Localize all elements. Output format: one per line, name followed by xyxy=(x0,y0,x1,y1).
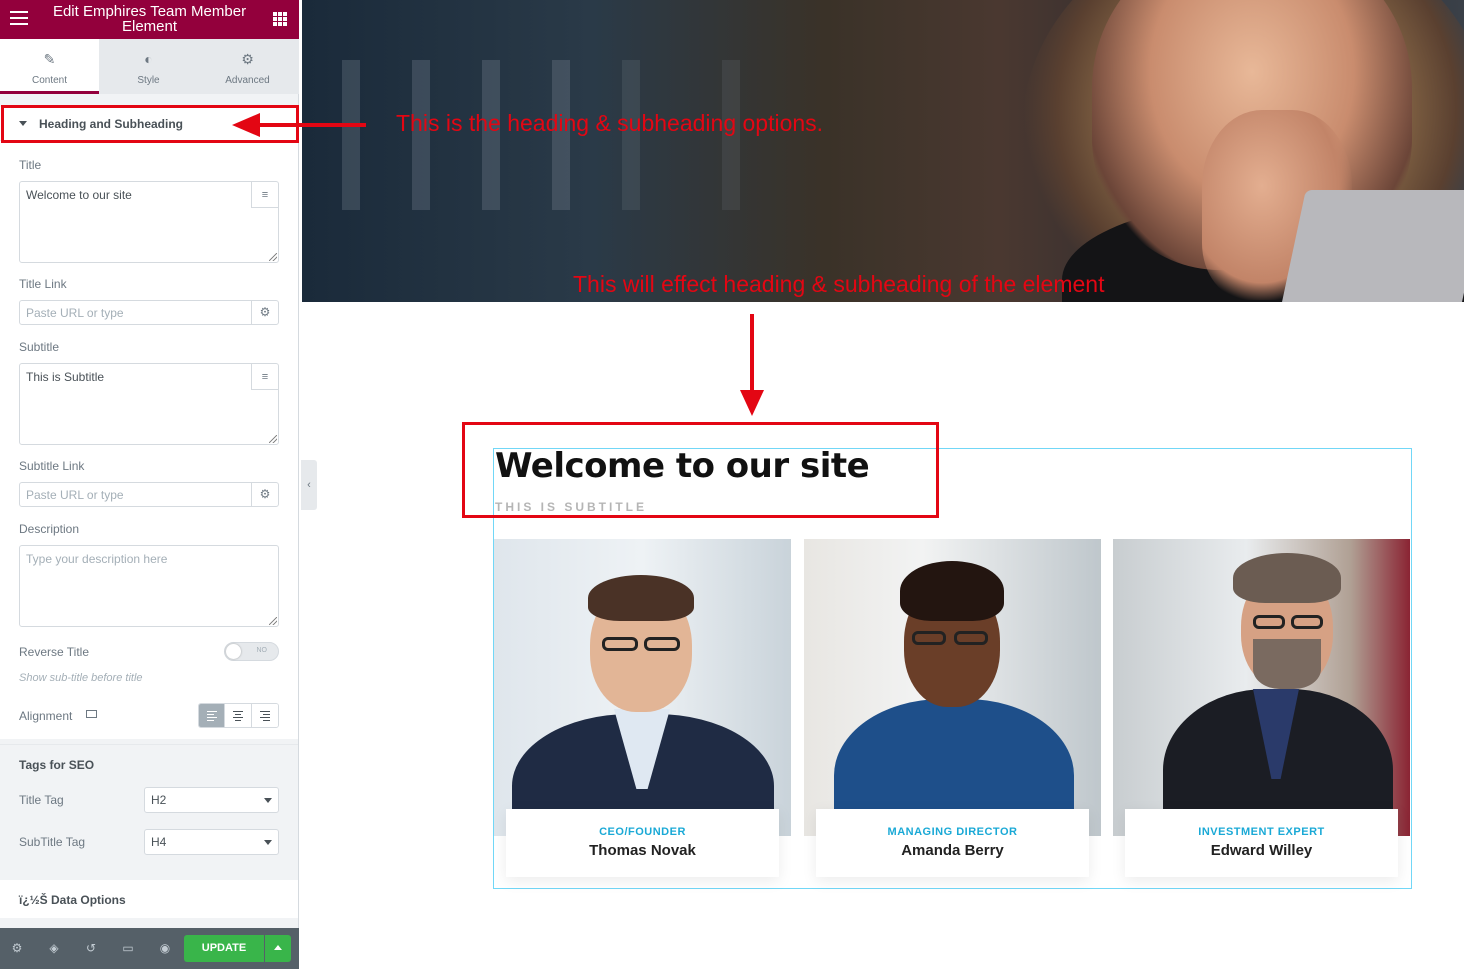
member-card: MANAGING DIRECTOR Amanda Berry xyxy=(816,809,1089,877)
subtitle-link-label: Subtitle Link xyxy=(19,459,85,473)
resize-grip[interactable] xyxy=(269,617,277,625)
reverse-title-hint: Show sub-title before title xyxy=(19,672,143,684)
title-textarea[interactable]: Welcome to our site ≡ xyxy=(19,181,279,263)
reverse-title-label: Reverse Title xyxy=(19,645,90,659)
subtitle-tag-select[interactable]: H4 xyxy=(144,829,279,855)
subtitle-tag-value: H4 xyxy=(151,835,167,849)
switch-knob xyxy=(226,644,241,659)
member-name: Amanda Berry xyxy=(901,842,1004,859)
align-center-button[interactable] xyxy=(225,704,252,727)
switch-state: NO xyxy=(256,647,268,654)
half-circle-icon: ◐ xyxy=(144,51,153,67)
highlight-box-panel xyxy=(1,105,299,143)
dynamic-tags-icon[interactable]: ≡ xyxy=(251,364,278,390)
subtitle-link-placeholder: Paste URL or type xyxy=(26,488,124,502)
data-options-title: ï¿½Š Data Options xyxy=(19,893,126,907)
title-tag-label: Title Tag xyxy=(19,793,64,807)
desktop-device-icon[interactable] xyxy=(86,710,97,718)
title-link-placeholder: Paste URL or type xyxy=(26,306,124,320)
panel-header: Edit Emphires Team Member Element xyxy=(0,0,299,39)
history-icon[interactable]: ↺ xyxy=(84,941,98,955)
layers-icon[interactable]: ◈ xyxy=(47,941,61,955)
responsive-icon[interactable]: ▭ xyxy=(121,941,135,955)
tab-advanced-label: Advanced xyxy=(225,75,270,86)
data-options-section[interactable]: ï¿½Š Data Options xyxy=(0,880,298,918)
description-label: Description xyxy=(19,522,80,536)
settings-icon[interactable]: ⚙ xyxy=(10,941,24,955)
divider xyxy=(0,744,298,745)
collapse-panel-handle[interactable]: ‹ xyxy=(301,460,317,510)
update-options-button[interactable] xyxy=(265,935,291,962)
caret-up-icon xyxy=(274,945,282,950)
tab-content[interactable]: ✎ Content xyxy=(0,39,99,94)
panel-footer: ⚙ ◈ ↺ ▭ ◉ UPDATE xyxy=(0,928,299,969)
title-link-label: Title Link xyxy=(19,277,67,291)
gear-icon: ⚙ xyxy=(241,51,254,67)
link-options-gear-icon[interactable]: ⚙ xyxy=(251,301,278,324)
member-card: INVESTMENT EXPERT Edward Willey xyxy=(1125,809,1398,877)
annotation-arrow-down xyxy=(740,314,764,416)
hamburger-menu-icon[interactable] xyxy=(10,11,28,27)
title-value: Welcome to our site xyxy=(26,188,132,202)
tab-advanced[interactable]: ⚙ Advanced xyxy=(198,39,297,94)
dynamic-tags-icon[interactable]: ≡ xyxy=(251,182,278,208)
description-textarea[interactable]: Type your description here xyxy=(19,545,279,627)
reverse-title-switch[interactable]: NO xyxy=(224,642,279,661)
hero-image xyxy=(302,0,1464,302)
subtitle-link-input[interactable]: Paste URL or type ⚙ xyxy=(19,482,279,507)
alignment-label: Alignment xyxy=(19,709,73,723)
align-right-button[interactable] xyxy=(251,704,278,727)
align-left-button[interactable] xyxy=(199,704,226,727)
seo-heading: Tags for SEO xyxy=(19,758,95,772)
highlight-box-heading xyxy=(462,422,939,518)
member-card: CEO/FOUNDER Thomas Novak xyxy=(506,809,779,877)
pencil-icon: ✎ xyxy=(43,51,56,67)
tab-style[interactable]: ◐ Style xyxy=(99,39,198,94)
resize-grip[interactable] xyxy=(269,435,277,443)
subtitle-textarea[interactable]: This is Subtitle ≡ xyxy=(19,363,279,445)
member-name: Edward Willey xyxy=(1210,842,1313,859)
panel-title: Edit Emphires Team Member Element xyxy=(52,3,247,35)
annotation-canvas-note: This will effect heading & subheading of… xyxy=(573,271,1105,297)
subtitle-value: This is Subtitle xyxy=(26,370,105,384)
subtitle-label: Subtitle xyxy=(19,340,60,354)
member-role: CEO/FOUNDER xyxy=(599,826,686,838)
widgets-grid-icon[interactable] xyxy=(273,12,287,26)
update-button[interactable]: UPDATE xyxy=(184,935,264,962)
tab-style-label: Style xyxy=(137,75,160,86)
member-photo xyxy=(1113,539,1410,836)
alignment-choices xyxy=(198,703,279,728)
member-photo xyxy=(494,539,791,836)
panel-tabs: ✎ Content ◐ Style ⚙ Advanced xyxy=(0,39,299,94)
preview-icon[interactable]: ◉ xyxy=(158,941,172,955)
member-role: MANAGING DIRECTOR xyxy=(887,826,1018,838)
title-link-input[interactable]: Paste URL or type ⚙ xyxy=(19,300,279,325)
tab-content-label: Content xyxy=(31,75,68,86)
title-tag-value: H2 xyxy=(151,793,167,807)
resize-grip[interactable] xyxy=(269,253,277,261)
annotation-panel-note: This is the heading & subheading options… xyxy=(396,110,824,136)
link-options-gear-icon[interactable]: ⚙ xyxy=(251,483,278,506)
editor-panel: Edit Emphires Team Member Element ✎ Cont… xyxy=(0,0,299,969)
subtitle-tag-label: SubTitle Tag xyxy=(19,835,86,849)
chevron-down-icon xyxy=(264,798,272,803)
title-tag-select[interactable]: H2 xyxy=(144,787,279,813)
member-role: INVESTMENT EXPERT xyxy=(1198,826,1325,838)
member-name: Thomas Novak xyxy=(589,842,696,859)
chevron-down-icon xyxy=(264,840,272,845)
description-placeholder: Type your description here xyxy=(26,552,168,566)
title-label: Title xyxy=(19,158,42,172)
member-photo xyxy=(804,539,1101,836)
